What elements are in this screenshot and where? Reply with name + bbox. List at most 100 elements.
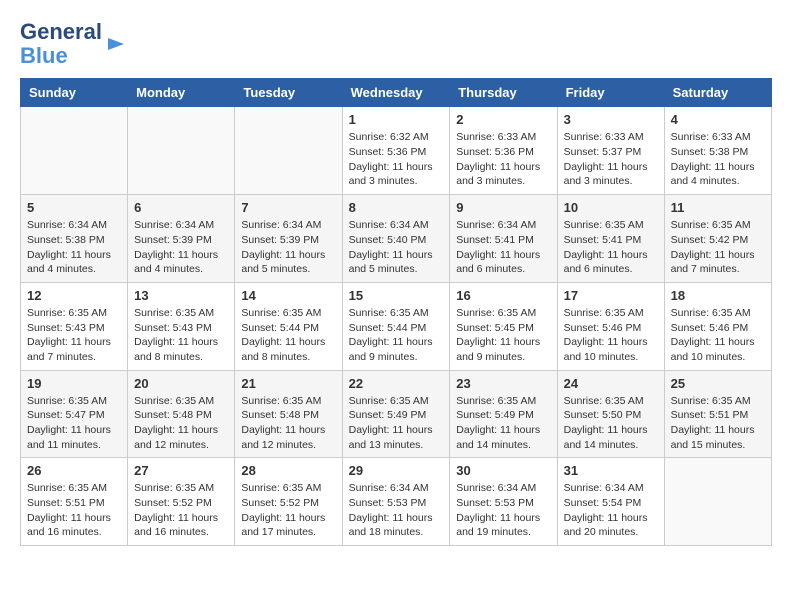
calendar-empty-cell [128,107,235,195]
calendar-day-cell: 19 Sunrise: 6:35 AM Sunset: 5:47 PM Dayli… [21,370,128,458]
day-info: Sunrise: 6:33 AM Sunset: 5:37 PM Dayligh… [564,130,658,189]
calendar-day-cell: 3 Sunrise: 6:33 AM Sunset: 5:37 PM Daylig… [557,107,664,195]
calendar-day-cell: 29 Sunrise: 6:34 AM Sunset: 5:53 PM Dayli… [342,458,450,546]
calendar-day-cell: 22Sunrise: 6:35 AM Sunset: 5:49 PM Dayli… [342,370,450,458]
calendar-day-cell: 14 Sunrise: 6:35 AM Sunset: 5:44 PM Dayli… [235,282,342,370]
calendar-header-row: SundayMondayTuesdayWednesdayThursdayFrid… [21,79,772,107]
column-header-monday: Monday [128,79,235,107]
day-number: 20 [134,376,228,391]
day-info: Sunrise: 6:35 AM Sunset: 5:46 PM Dayligh… [564,306,658,365]
day-number: 2 [456,112,550,127]
calendar-day-cell: 17 Sunrise: 6:35 AM Sunset: 5:46 PM Dayli… [557,282,664,370]
day-info: Sunrise: 6:33 AM Sunset: 5:38 PM Dayligh… [671,130,765,189]
day-number: 1 [349,112,444,127]
day-info: Sunrise: 6:34 AM Sunset: 5:40 PM Dayligh… [349,218,444,277]
calendar-day-cell: 18 Sunrise: 6:35 AM Sunset: 5:46 PM Dayli… [664,282,771,370]
column-header-tuesday: Tuesday [235,79,342,107]
day-info: Sunrise: 6:34 AM Sunset: 5:39 PM Dayligh… [134,218,228,277]
calendar-day-cell: 12 Sunrise: 6:35 AM Sunset: 5:43 PM Dayli… [21,282,128,370]
calendar-day-cell: 16 Sunrise: 6:35 AM Sunset: 5:45 PM Dayli… [450,282,557,370]
day-number: 25 [671,376,765,391]
day-number: 5 [27,200,121,215]
calendar-day-cell: 1 Sunrise: 6:32 AM Sunset: 5:36 PM Daylig… [342,107,450,195]
column-header-thursday: Thursday [450,79,557,107]
calendar-day-cell: 7Sunrise: 6:34 AM Sunset: 5:39 PM Daylig… [235,195,342,283]
day-number: 31 [564,463,658,478]
calendar-week-row: 1 Sunrise: 6:32 AM Sunset: 5:36 PM Daylig… [21,107,772,195]
day-number: 26 [27,463,121,478]
day-number: 21 [241,376,335,391]
day-info: Sunrise: 6:35 AM Sunset: 5:46 PM Dayligh… [671,306,765,365]
day-info: Sunrise: 6:34 AM Sunset: 5:54 PM Dayligh… [564,481,658,540]
day-number: 30 [456,463,550,478]
day-number: 29 [349,463,444,478]
day-info: Sunrise: 6:35 AM Sunset: 5:47 PM Dayligh… [27,394,121,453]
calendar-week-row: 12 Sunrise: 6:35 AM Sunset: 5:43 PM Dayli… [21,282,772,370]
day-info: Sunrise: 6:33 AM Sunset: 5:36 PM Dayligh… [456,130,550,189]
day-number: 10 [564,200,658,215]
day-number: 3 [564,112,658,127]
day-info: Sunrise: 6:35 AM Sunset: 5:48 PM Dayligh… [241,394,335,453]
calendar-day-cell: 28 Sunrise: 6:35 AM Sunset: 5:52 PM Dayli… [235,458,342,546]
day-info: Sunrise: 6:35 AM Sunset: 5:42 PM Dayligh… [671,218,765,277]
logo-text: GeneralBlue [20,20,102,68]
day-number: 8 [349,200,444,215]
calendar-day-cell: 23Sunrise: 6:35 AM Sunset: 5:49 PM Dayli… [450,370,557,458]
calendar-day-cell: 9 Sunrise: 6:34 AM Sunset: 5:41 PM Daylig… [450,195,557,283]
calendar-day-cell: 24 Sunrise: 6:35 AM Sunset: 5:50 PM Dayli… [557,370,664,458]
day-number: 18 [671,288,765,303]
page-header: GeneralBlue [20,20,772,68]
day-info: Sunrise: 6:35 AM Sunset: 5:43 PM Dayligh… [27,306,121,365]
day-number: 28 [241,463,335,478]
calendar-table: SundayMondayTuesdayWednesdayThursdayFrid… [20,78,772,546]
day-info: Sunrise: 6:34 AM Sunset: 5:39 PM Dayligh… [241,218,335,277]
day-info: Sunrise: 6:34 AM Sunset: 5:38 PM Dayligh… [27,218,121,277]
day-info: Sunrise: 6:35 AM Sunset: 5:50 PM Dayligh… [564,394,658,453]
calendar-day-cell: 2 Sunrise: 6:33 AM Sunset: 5:36 PM Daylig… [450,107,557,195]
calendar-empty-cell [21,107,128,195]
calendar-day-cell: 30 Sunrise: 6:34 AM Sunset: 5:53 PM Dayli… [450,458,557,546]
calendar-day-cell: 13Sunrise: 6:35 AM Sunset: 5:43 PM Dayli… [128,282,235,370]
day-number: 19 [27,376,121,391]
day-info: Sunrise: 6:34 AM Sunset: 5:41 PM Dayligh… [456,218,550,277]
calendar-day-cell: 20 Sunrise: 6:35 AM Sunset: 5:48 PM Dayli… [128,370,235,458]
day-number: 17 [564,288,658,303]
day-info: Sunrise: 6:35 AM Sunset: 5:43 PM Dayligh… [134,306,228,365]
calendar-day-cell: 8 Sunrise: 6:34 AM Sunset: 5:40 PM Daylig… [342,195,450,283]
day-number: 15 [349,288,444,303]
day-number: 6 [134,200,228,215]
day-info: Sunrise: 6:35 AM Sunset: 5:41 PM Dayligh… [564,218,658,277]
calendar-day-cell: 31 Sunrise: 6:34 AM Sunset: 5:54 PM Dayli… [557,458,664,546]
column-header-friday: Friday [557,79,664,107]
logo-arrow-icon [106,34,126,54]
day-number: 16 [456,288,550,303]
calendar-day-cell: 11 Sunrise: 6:35 AM Sunset: 5:42 PM Dayli… [664,195,771,283]
day-info: Sunrise: 6:34 AM Sunset: 5:53 PM Dayligh… [349,481,444,540]
day-info: Sunrise: 6:35 AM Sunset: 5:45 PM Dayligh… [456,306,550,365]
calendar-empty-cell [235,107,342,195]
day-info: Sunrise: 6:32 AM Sunset: 5:36 PM Dayligh… [349,130,444,189]
day-number: 24 [564,376,658,391]
calendar-day-cell: 21 Sunrise: 6:35 AM Sunset: 5:48 PM Dayli… [235,370,342,458]
calendar-day-cell: 4 Sunrise: 6:33 AM Sunset: 5:38 PM Daylig… [664,107,771,195]
day-number: 14 [241,288,335,303]
day-number: 11 [671,200,765,215]
column-header-sunday: Sunday [21,79,128,107]
day-info: Sunrise: 6:35 AM Sunset: 5:51 PM Dayligh… [671,394,765,453]
day-info: Sunrise: 6:35 AM Sunset: 5:48 PM Dayligh… [134,394,228,453]
day-info: Sunrise: 6:34 AM Sunset: 5:53 PM Dayligh… [456,481,550,540]
calendar-day-cell: 6 Sunrise: 6:34 AM Sunset: 5:39 PM Daylig… [128,195,235,283]
day-number: 4 [671,112,765,127]
day-info: Sunrise: 6:35 AM Sunset: 5:49 PM Dayligh… [456,394,550,453]
day-number: 9 [456,200,550,215]
day-info: Sunrise: 6:35 AM Sunset: 5:44 PM Dayligh… [349,306,444,365]
day-number: 12 [27,288,121,303]
calendar-day-cell: 15 Sunrise: 6:35 AM Sunset: 5:44 PM Dayli… [342,282,450,370]
day-info: Sunrise: 6:35 AM Sunset: 5:44 PM Dayligh… [241,306,335,365]
calendar-day-cell: 25 Sunrise: 6:35 AM Sunset: 5:51 PM Dayli… [664,370,771,458]
calendar-week-row: 26Sunrise: 6:35 AM Sunset: 5:51 PM Dayli… [21,458,772,546]
column-header-saturday: Saturday [664,79,771,107]
logo: GeneralBlue [20,20,126,68]
day-info: Sunrise: 6:35 AM Sunset: 5:52 PM Dayligh… [241,481,335,540]
day-number: 27 [134,463,228,478]
